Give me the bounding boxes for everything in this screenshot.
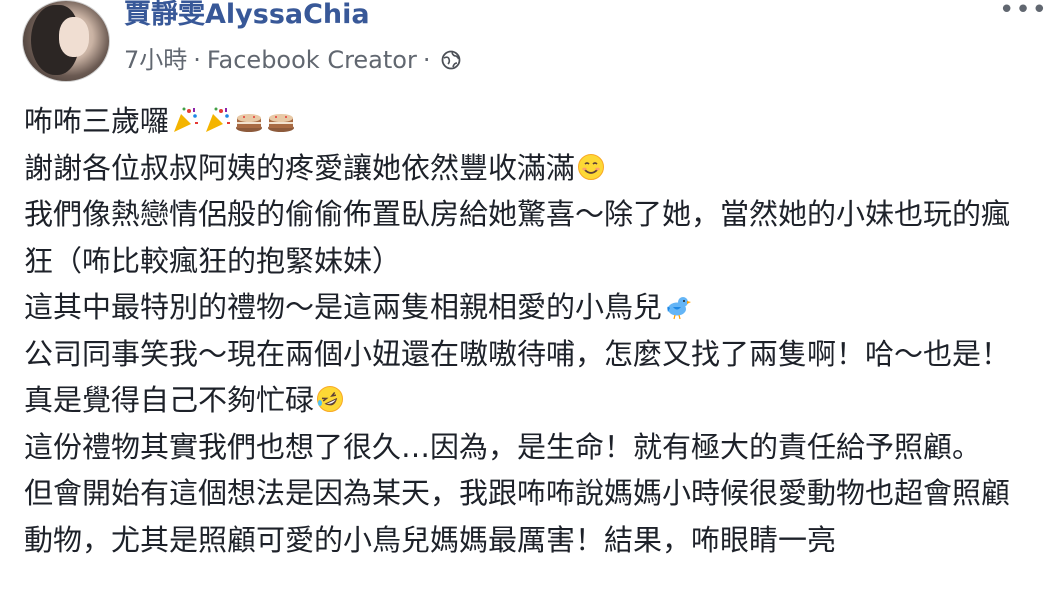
post-text: 我們像熱戀情侶般的偷偷佈置臥房給她驚喜～除了她，當然她的小妹也玩的瘋狂（咘比較瘋…: [24, 197, 1011, 278]
author-name[interactable]: 賈靜雯AlyssaChia: [124, 0, 370, 30]
party-popper-icon: [174, 107, 199, 132]
post-text: 這其中最特別的禮物～是這兩隻相親相愛的小鳥兒: [24, 290, 663, 324]
facebook-post: 賈靜雯AlyssaChia 7小時 · Facebook Creator · •…: [0, 0, 1060, 596]
party-popper-icon: [206, 107, 231, 132]
post-line: 謝謝各位叔叔阿姨的疼愛讓她依然豐收滿滿: [24, 145, 1034, 192]
author-avatar[interactable]: [22, 0, 110, 82]
post-source[interactable]: Facebook Creator: [207, 44, 417, 76]
post-line: 這份禮物其實我們也想了很久…因為，是生命！就有極大的責任給予照顧。: [24, 424, 1034, 471]
birthday-cake-icon: [236, 114, 263, 132]
post-text: 咘咘三歲囉: [24, 104, 170, 138]
post-line: 公司同事笑我～現在兩個小妞還在嗷嗷待哺，怎麼又找了兩隻啊！哈～也是！真是覺得自己…: [24, 331, 1034, 424]
bird-icon: [667, 297, 692, 320]
avatar-face: [59, 17, 89, 57]
birthday-cake-icon: [268, 114, 295, 132]
post-line: 咘咘三歲囉: [24, 98, 1034, 145]
globe-icon[interactable]: [441, 50, 461, 70]
post-text: 但會開始有這個想法是因為某天，我跟咘咘說媽媽小時候很愛動物也超會照顧動物，尤其是…: [24, 476, 1011, 557]
post-line: 我們像熱戀情侶般的偷偷佈置臥房給她驚喜～除了她，當然她的小妹也玩的瘋狂（咘比較瘋…: [24, 191, 1034, 284]
post-text: 公司同事笑我～現在兩個小妞還在嗷嗷待哺，怎麼又找了兩隻啊！哈～也是！真是覺得自己…: [24, 336, 1011, 418]
more-options-button[interactable]: •••: [999, 0, 1048, 23]
post-line: 這其中最特別的禮物～是這兩隻相親相愛的小鳥兒: [24, 284, 1034, 331]
meta-separator: ·: [193, 46, 201, 74]
post-text: 謝謝各位叔叔阿姨的疼愛讓她依然豐收滿滿: [24, 150, 576, 185]
post-body: 咘咘三歲囉 謝謝各位叔叔阿姨的疼愛讓她依然豐收滿滿 我們像熱戀情侶般的偷偷佈置臥…: [24, 98, 1034, 563]
post-text: 這份禮物其實我們也想了很久…因為，是生命！就有極大的責任給予照顧。: [24, 429, 982, 464]
meta-separator-2: ·: [422, 46, 431, 74]
post-line: 但會開始有這個想法是因為某天，我跟咘咘說媽媽小時候很愛動物也超會照顧動物，尤其是…: [24, 470, 1034, 563]
smiling-face-icon: [578, 153, 605, 180]
post-timestamp[interactable]: 7小時: [124, 44, 187, 76]
post-meta: 7小時 · Facebook Creator ·: [124, 44, 461, 76]
rolling-laughing-icon: [317, 386, 344, 412]
